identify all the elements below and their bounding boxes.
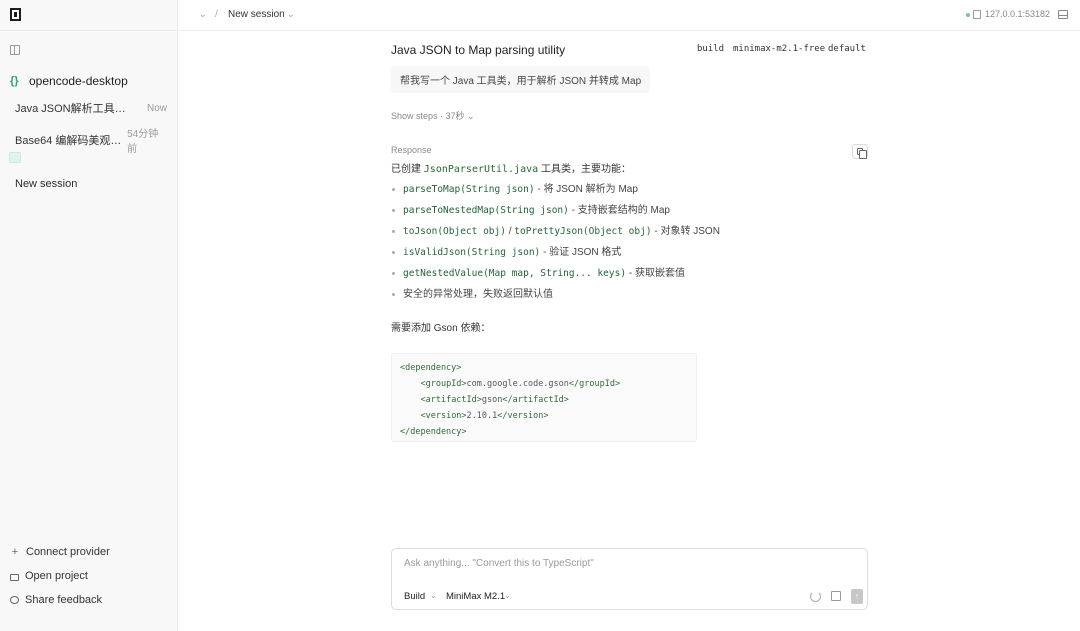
response-label: Response <box>391 145 432 155</box>
chevron-down-icon[interactable]: ⌄ <box>287 9 295 20</box>
session-title: Base64 编解码美观网... <box>15 135 128 147</box>
sidebar-session-item[interactable]: Base64 编解码美观网... 54分钟前 <box>15 125 167 155</box>
toggle-sidebar-icon[interactable] <box>10 45 20 55</box>
project-name: opencode-desktop <box>29 74 128 88</box>
chevron-down-icon[interactable]: ⌄ <box>430 591 437 600</box>
loading-icon <box>810 591 821 602</box>
server-status-dot <box>966 13 970 17</box>
intro-prefix: 已创建 <box>391 164 424 175</box>
project-braces-icon: {} <box>10 75 19 87</box>
method-desc: - 验证 JSON 格式 <box>540 247 622 258</box>
copy-button[interactable] <box>852 144 868 159</box>
method-code: getNestedValue(Map map, String... keys) <box>403 268 627 279</box>
top-bar: ⌄ / New session ⌄ 127.0.0.1:53182 <box>179 0 1080 31</box>
method-code: toPrettyJson(Object obj) <box>514 226 652 237</box>
sidebar-project[interactable]: {} opencode-desktop <box>10 74 128 88</box>
copy-icon <box>857 148 867 159</box>
sidebar: {} opencode-desktop Java JSON解析工具：JSON..… <box>0 0 178 631</box>
code-line: </dependency> <box>400 427 467 437</box>
list-item: 安全的异常处理，失败返回默认值 <box>391 288 720 309</box>
list-item: parseToNestedMap(String json) - 支持嵌套结构的 … <box>391 204 720 225</box>
feature-list: parseToMap(String json) - 将 JSON 解析为 Map… <box>391 183 720 309</box>
connect-provider-label: Connect provider <box>26 546 110 558</box>
project-avatar-icon[interactable] <box>9 152 21 163</box>
server-address[interactable]: 127.0.0.1:53182 <box>985 9 1050 19</box>
model-badge: minimax-m2.1-free <box>733 44 826 54</box>
method-desc: 安全的异常处理，失败返回默认值 <box>403 289 553 300</box>
intro-filename: JsonParserUtil.java <box>423 164 539 175</box>
list-item: parseToMap(String json) - 将 JSON 解析为 Map <box>391 183 720 204</box>
method-code: toJson(Object obj) <box>403 226 506 237</box>
method-code: parseToMap(String json) <box>403 184 535 195</box>
sidebar-session-item[interactable]: Java JSON解析工具：JSON... Now <box>15 100 167 116</box>
chevron-down-icon[interactable]: ⌄ <box>199 9 207 20</box>
code-block[interactable]: <dependency> <groupId>com.google.code.gs… <box>391 353 697 442</box>
list-item: getNestedValue(Map map, String... keys) … <box>391 267 720 288</box>
list-item: isValidJson(String json) - 验证 JSON 格式 <box>391 246 720 267</box>
code-line: <groupId>com.google.code.gson</groupId> <box>420 379 621 389</box>
session-title: Java JSON解析工具：JSON... <box>15 103 133 115</box>
send-button[interactable]: ↑ <box>851 589 863 604</box>
plus-icon: + <box>11 546 19 558</box>
method-desc: - 获取嵌套值 <box>626 268 685 279</box>
code-line: <artifactId>gson</artifactId> <box>420 395 569 405</box>
prompt-input[interactable] <box>404 558 844 569</box>
model-select[interactable]: MiniMax M2.1 <box>446 591 505 602</box>
chevron-down-icon[interactable]: ⌄ <box>504 591 511 600</box>
chat-bubble-icon <box>10 596 19 604</box>
session-time: 54分钟前 <box>127 129 159 155</box>
user-message: 帮我写一个 Java 工具类，用于解析 JSON 并转成 Map <box>391 66 651 93</box>
response-intro: 已创建 JsonParserUtil.java 工具类，主要功能： <box>391 160 631 175</box>
list-item: toJson(Object obj) / toPrettyJson(Object… <box>391 225 720 246</box>
connect-provider-button[interactable]: + Connect provider <box>10 546 110 558</box>
new-session-button[interactable]: New session <box>15 178 77 190</box>
attach-image-icon[interactable] <box>831 591 841 601</box>
agent-select[interactable]: Build <box>404 591 425 602</box>
code-line: <dependency> <box>400 363 462 373</box>
open-project-button[interactable]: Open project <box>10 570 88 582</box>
method-code: isValidJson(String json) <box>403 247 541 258</box>
share-feedback-button[interactable]: Share feedback <box>10 594 102 606</box>
intro-suffix: 工具类，主要功能： <box>538 164 631 175</box>
share-feedback-label: Share feedback <box>25 594 103 606</box>
open-project-label: Open project <box>25 570 88 582</box>
folder-icon <box>10 573 19 581</box>
method-desc: - 将 JSON 解析为 Map <box>534 184 638 195</box>
show-steps-toggle[interactable]: Show steps · 37秒 ⌄ <box>391 109 475 122</box>
breadcrumb-separator: / <box>215 9 218 20</box>
session-view: Java JSON to Map parsing utility build m… <box>179 31 1080 631</box>
dependency-note: 需要添加 Gson 依赖： <box>391 323 491 334</box>
mode-badge: build <box>697 44 725 54</box>
agent-badge: default <box>828 44 866 54</box>
method-desc: - 支持嵌套结构的 Map <box>568 205 670 216</box>
opencode-logo-icon[interactable] <box>10 8 21 21</box>
toggle-panel-icon[interactable] <box>1058 10 1068 19</box>
method-desc: - 对象转 JSON <box>651 226 720 237</box>
page-title: Java JSON to Map parsing utility <box>391 43 566 57</box>
code-line: <version>2.10.1</version> <box>420 411 549 421</box>
server-icon <box>973 10 981 19</box>
sidebar-divider <box>0 30 178 31</box>
prompt-composer: Build ⌄ MiniMax M2.1 ⌄ ↑ <box>391 548 868 610</box>
method-code: parseToNestedMap(String json) <box>403 205 569 216</box>
breadcrumb-session-title[interactable]: New session <box>228 9 285 20</box>
session-time: Now <box>146 102 167 114</box>
